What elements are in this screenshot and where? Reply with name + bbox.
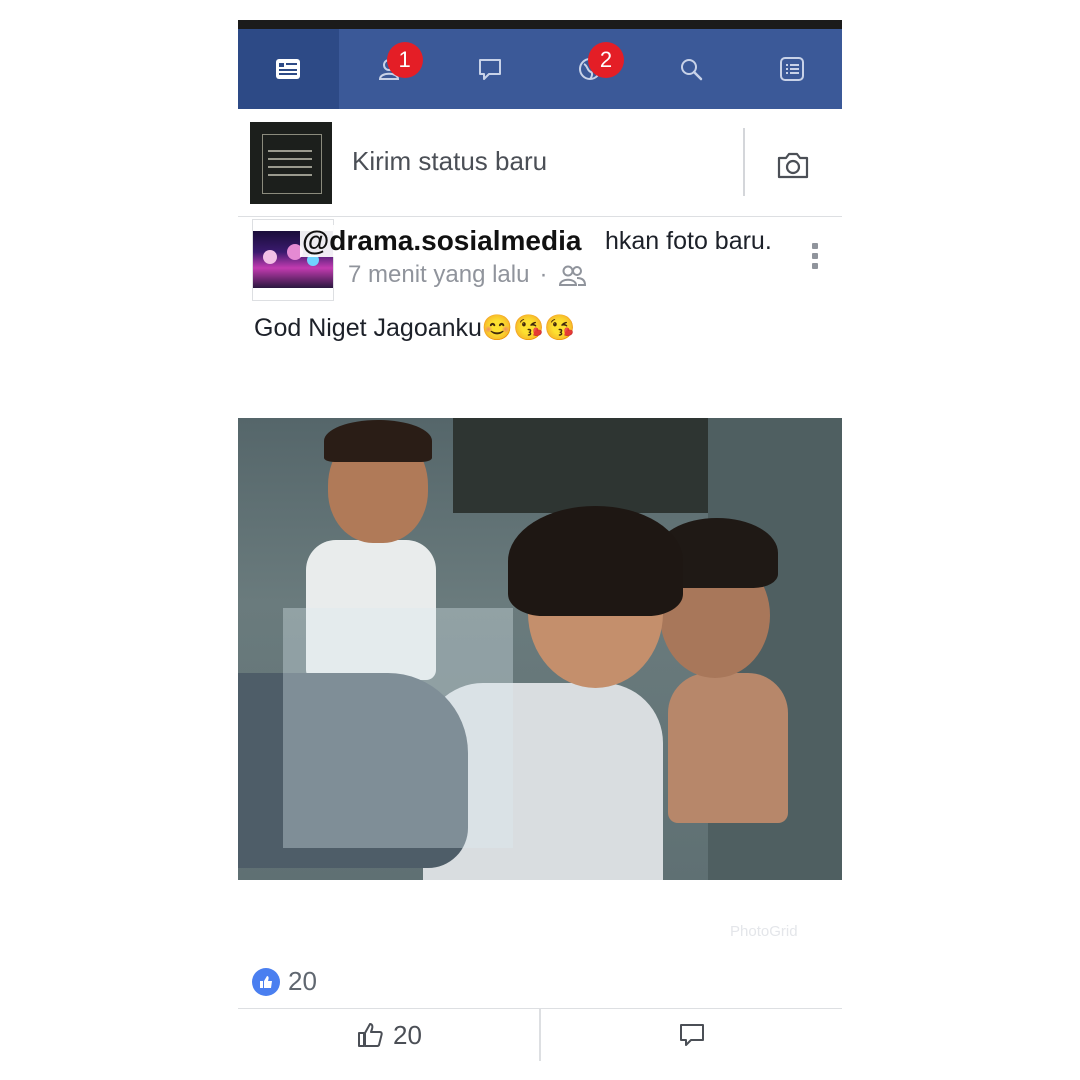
post-photo[interactable] bbox=[238, 418, 842, 880]
friends-audience-icon bbox=[559, 265, 587, 286]
reaction-summary[interactable]: 20 bbox=[252, 966, 317, 997]
post-header: hkan foto baru. @drama.sosialmedia 7 men… bbox=[238, 217, 842, 307]
composer-divider bbox=[743, 128, 745, 196]
like-button[interactable]: 20 bbox=[238, 1009, 539, 1061]
post-actions: 20 bbox=[238, 1008, 842, 1061]
tab-menu[interactable] bbox=[741, 29, 842, 109]
news-feed-icon bbox=[276, 59, 301, 79]
author-action-text: hkan foto baru. bbox=[605, 227, 772, 255]
search-icon bbox=[681, 59, 703, 81]
tab-news-feed[interactable] bbox=[238, 29, 339, 109]
drama-logo-watermark bbox=[283, 608, 513, 848]
status-composer[interactable]: Kirim status baru bbox=[238, 120, 842, 217]
tab-messages[interactable] bbox=[439, 29, 540, 109]
like-reaction-icon bbox=[252, 967, 280, 996]
post-timestamp[interactable]: 7 menit yang lalu bbox=[348, 261, 529, 289]
top-nav-bar: 1 2 bbox=[238, 29, 842, 109]
menu-list-icon bbox=[779, 57, 804, 81]
post-options-icon[interactable] bbox=[812, 243, 820, 271]
tab-search[interactable] bbox=[641, 29, 742, 109]
meta-separator: · bbox=[539, 261, 548, 288]
facebook-app: 1 2 Kirim status baru hkan foto baru. @d… bbox=[238, 20, 842, 1061]
photo-credit: PhotoGrid bbox=[730, 923, 798, 940]
camera-icon[interactable] bbox=[776, 150, 810, 180]
user-avatar[interactable] bbox=[250, 122, 332, 204]
status-bar bbox=[238, 20, 842, 29]
watermark-overlay: @drama.sosialmedia bbox=[300, 225, 584, 257]
status-input[interactable]: Kirim status baru bbox=[352, 146, 547, 177]
like-count: 20 bbox=[288, 966, 317, 996]
friend-requests-badge: 1 bbox=[386, 42, 423, 78]
tab-friend-requests[interactable]: 1 bbox=[339, 29, 440, 109]
tab-notifications[interactable]: 2 bbox=[540, 29, 641, 109]
comment-button[interactable] bbox=[541, 1009, 842, 1061]
thumbs-up-icon bbox=[358, 1023, 383, 1047]
chat-bubble-icon bbox=[478, 59, 501, 80]
comment-icon bbox=[679, 1024, 704, 1046]
post-meta: 7 menit yang lalu · bbox=[348, 261, 587, 289]
post-text: God Niget Jagoanku😊😘😘 bbox=[254, 314, 576, 342]
like-button-count: 20 bbox=[393, 1019, 422, 1050]
notifications-badge: 2 bbox=[588, 42, 625, 78]
